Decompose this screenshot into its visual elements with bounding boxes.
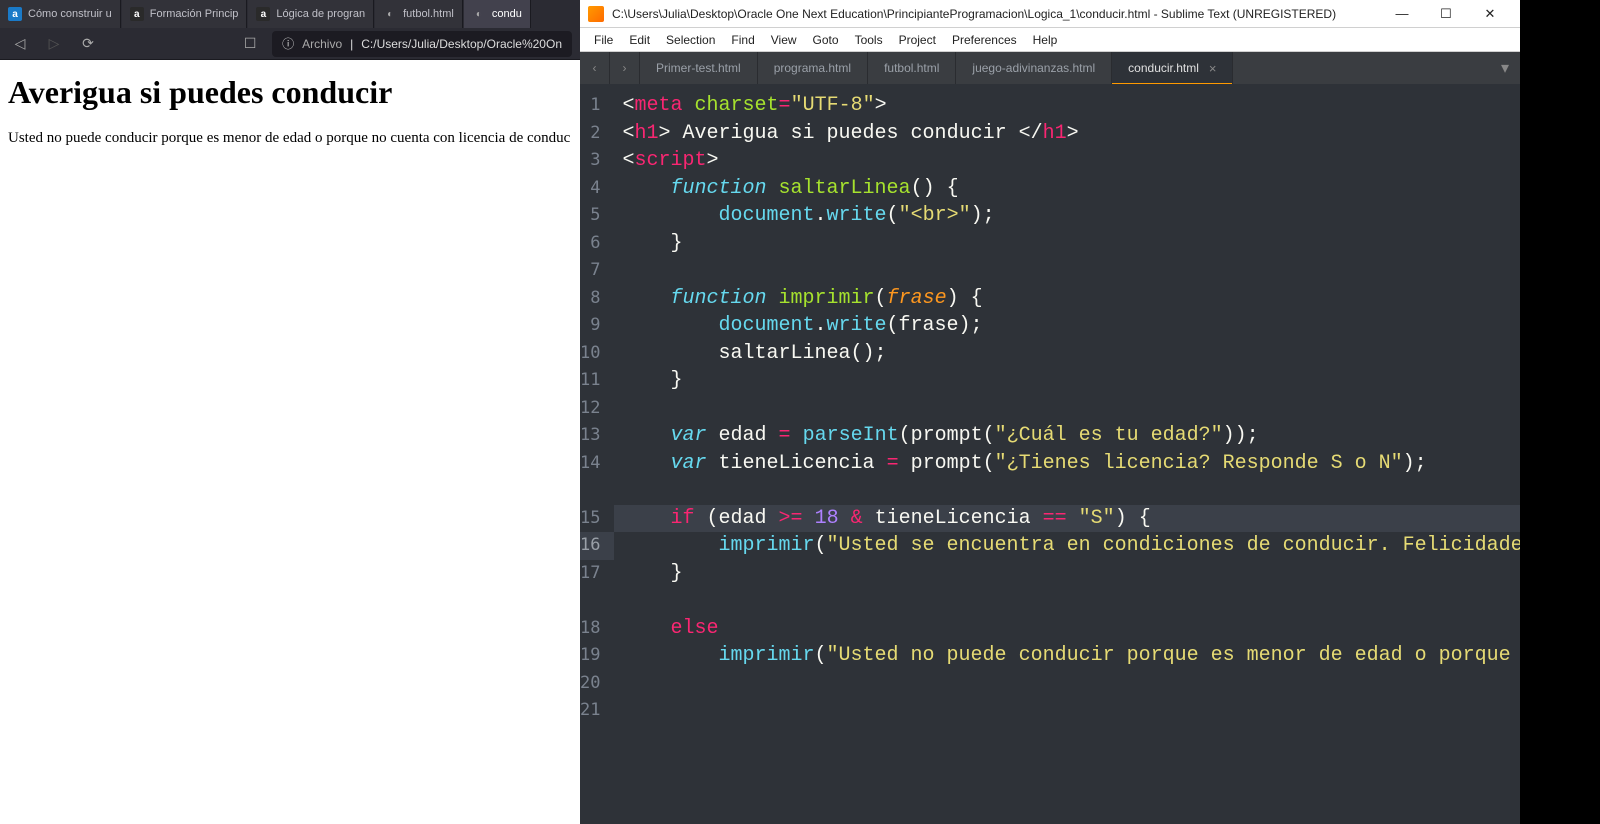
- sublime-window: C:\Users\Julia\Desktop\Oracle One Next E…: [580, 0, 1520, 824]
- line-number: 9: [580, 312, 614, 340]
- sublime-titlebar: C:\Users\Julia\Desktop\Oracle One Next E…: [580, 0, 1520, 28]
- maximize-button[interactable]: ☐: [1424, 0, 1468, 28]
- page-heading: Averigua si puedes conducir: [8, 74, 572, 111]
- sublime-tabbar: ‹ › Primer-test.html programa.html futbo…: [580, 52, 1520, 84]
- tab-label: futbol.html: [884, 61, 939, 75]
- line-number: 6: [580, 230, 614, 258]
- menu-tools[interactable]: Tools: [847, 28, 891, 52]
- editor-tab[interactable]: programa.html: [758, 52, 868, 84]
- browser-tab[interactable]: a Lógica de progran: [248, 0, 374, 28]
- favicon-icon: ◐: [472, 7, 486, 21]
- sublime-menubar: File Edit Selection Find View Goto Tools…: [580, 28, 1520, 52]
- favicon-icon: a: [256, 7, 270, 21]
- favicon-icon: a: [130, 7, 144, 21]
- tab-label: futbol.html: [403, 8, 454, 20]
- editor-tab-active[interactable]: conducir.html ×: [1112, 52, 1233, 84]
- line-number: [580, 477, 614, 505]
- page-body-text: Usted no puede conducir porque es menor …: [8, 129, 572, 149]
- menu-find[interactable]: Find: [723, 28, 762, 52]
- line-number: [580, 587, 614, 615]
- line-number: 13: [580, 422, 614, 450]
- menu-view[interactable]: View: [763, 28, 805, 52]
- line-number: 7: [580, 257, 614, 285]
- forward-icon[interactable]: ▷: [42, 32, 66, 56]
- back-icon[interactable]: ◁: [8, 32, 32, 56]
- tab-nav-prev-icon[interactable]: ‹: [580, 52, 610, 84]
- tab-label: Primer-test.html: [656, 61, 741, 75]
- tab-label: Formación Princip: [150, 8, 239, 20]
- tab-label: programa.html: [774, 61, 851, 75]
- line-number: 11: [580, 367, 614, 395]
- menu-help[interactable]: Help: [1025, 28, 1066, 52]
- address-bar[interactable]: ⓘ Archivo | C:/Users/Julia/Desktop/Oracl…: [272, 31, 572, 57]
- address-protocol: Archivo: [302, 37, 342, 51]
- line-number: 18: [580, 615, 614, 643]
- address-path: C:/Users/Julia/Desktop/Oracle%20On: [361, 37, 562, 51]
- browser-tab[interactable]: ◐ futbol.html: [375, 0, 463, 28]
- browser-viewport: Averigua si puedes conducir Usted no pue…: [0, 60, 580, 163]
- line-number: 4: [580, 175, 614, 203]
- menu-selection[interactable]: Selection: [658, 28, 723, 52]
- window-controls: ― ☐ ✕: [1380, 0, 1512, 28]
- line-gutter: 1 2 3 4 5 6 7 8 9 10 11 12 13 14 15 16 1…: [580, 84, 614, 824]
- menu-file[interactable]: File: [586, 28, 621, 52]
- menu-edit[interactable]: Edit: [621, 28, 658, 52]
- line-number: 2: [580, 120, 614, 148]
- tab-nav-next-icon[interactable]: ›: [610, 52, 640, 84]
- sublime-logo-icon: [588, 6, 604, 22]
- line-number: 5: [580, 202, 614, 230]
- menu-goto[interactable]: Goto: [805, 28, 847, 52]
- line-number-current: 16: [580, 532, 614, 560]
- minimize-button[interactable]: ―: [1380, 0, 1424, 28]
- close-button[interactable]: ✕: [1468, 0, 1512, 28]
- line-number: 10: [580, 340, 614, 368]
- line-number: 8: [580, 285, 614, 313]
- line-number: 17: [580, 560, 614, 588]
- line-number: 15: [580, 505, 614, 533]
- line-number: 12: [580, 395, 614, 423]
- browser-tab-strip: a Cómo construir u a Formación Princip a…: [0, 0, 580, 28]
- browser-tab[interactable]: a Formación Princip: [122, 0, 248, 28]
- address-separator: |: [350, 37, 353, 51]
- info-icon: ⓘ: [282, 35, 294, 52]
- browser-tab[interactable]: a Cómo construir u: [0, 0, 121, 28]
- menu-project[interactable]: Project: [891, 28, 944, 52]
- tab-dropdown-icon[interactable]: ▾: [1490, 52, 1520, 84]
- menu-preferences[interactable]: Preferences: [944, 28, 1025, 52]
- line-number: 1: [580, 92, 614, 120]
- tab-label: juego-adivinanzas.html: [972, 61, 1095, 75]
- reload-icon[interactable]: ⟳: [76, 32, 100, 56]
- bookmark-icon[interactable]: ☐: [238, 32, 262, 56]
- tab-label: condu: [492, 8, 522, 20]
- favicon-icon: a: [8, 7, 22, 21]
- tab-label: Cómo construir u: [28, 8, 112, 20]
- browser-window: a Cómo construir u a Formación Princip a…: [0, 0, 580, 824]
- editor-tab[interactable]: futbol.html: [868, 52, 956, 84]
- editor-tab[interactable]: Primer-test.html: [640, 52, 758, 84]
- editor-area[interactable]: 1 2 3 4 5 6 7 8 9 10 11 12 13 14 15 16 1…: [580, 84, 1520, 824]
- line-number: 20: [580, 670, 614, 698]
- browser-tab-active[interactable]: ◐ condu: [464, 0, 531, 28]
- editor-tab[interactable]: juego-adivinanzas.html: [956, 52, 1112, 84]
- line-number: 19: [580, 642, 614, 670]
- line-number: 3: [580, 147, 614, 175]
- line-number: 14: [580, 450, 614, 478]
- code-text[interactable]: <meta charset="UTF-8"> <h1> Averigua si …: [614, 84, 1520, 824]
- tab-label: conducir.html: [1128, 61, 1199, 75]
- window-title: C:\Users\Julia\Desktop\Oracle One Next E…: [612, 7, 1372, 21]
- line-number: 21: [580, 697, 614, 725]
- browser-navbar: ◁ ▷ ⟳ ☐ ⓘ Archivo | C:/Users/Julia/Deskt…: [0, 28, 580, 60]
- tab-close-icon[interactable]: ×: [1209, 61, 1217, 76]
- tab-label: Lógica de progran: [276, 8, 365, 20]
- favicon-icon: ◐: [383, 7, 397, 21]
